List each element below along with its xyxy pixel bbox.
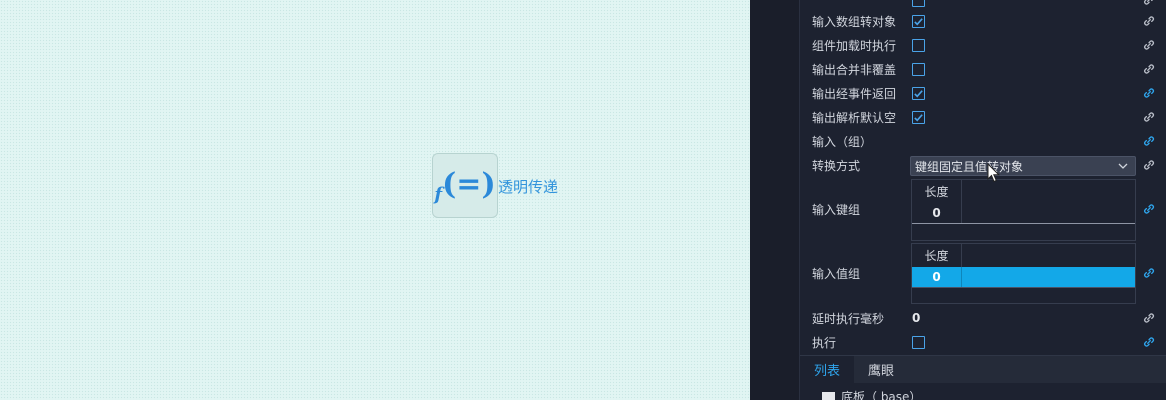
table-cell[interactable]: 0 bbox=[912, 267, 962, 287]
design-canvas[interactable]: f(=) 透明传递 bbox=[0, 0, 750, 400]
property-row-array-to-object: 输入数组转对象 bbox=[812, 9, 1166, 33]
mouse-cursor-icon bbox=[987, 163, 1001, 183]
function-equals-icon: f(=) bbox=[434, 166, 496, 205]
property-label: 输入数组转对象 bbox=[812, 14, 897, 29]
tree-item-label: 底板（ base） bbox=[841, 390, 922, 400]
property-row-execute: 执行 bbox=[812, 330, 1166, 354]
table-header: 长度 bbox=[912, 180, 962, 203]
bottom-tabs: 列表 鹰眼 bbox=[800, 355, 1166, 383]
tab-eagle-eye[interactable]: 鹰眼 bbox=[854, 356, 908, 383]
link-icon[interactable] bbox=[1142, 62, 1156, 76]
transparent-pass-node[interactable]: f(=) 透明传递 bbox=[432, 153, 558, 218]
property-label: 延时执行毫秒 bbox=[812, 311, 885, 326]
delay-value[interactable]: 0 bbox=[912, 311, 920, 325]
property-label: 输出解析默认空 bbox=[812, 110, 897, 125]
property-label: 输出经事件返回 bbox=[812, 86, 897, 101]
run-on-load-checkbox[interactable] bbox=[912, 38, 925, 52]
check-icon bbox=[914, 113, 923, 122]
event-return-checkbox[interactable] bbox=[912, 86, 925, 100]
property-row-event-return: 输出经事件返回 bbox=[812, 81, 1166, 105]
tab-list[interactable]: 列表 bbox=[800, 356, 855, 383]
table-header: 长度 bbox=[912, 244, 962, 267]
property-row-run-on-load: 组件加载时执行 bbox=[812, 33, 1166, 57]
checkbox[interactable] bbox=[912, 0, 925, 7]
property-label: 组件加载时执行 bbox=[812, 38, 897, 53]
check-icon bbox=[914, 89, 923, 98]
property-row-delay: 延时执行毫秒 0 bbox=[812, 306, 1166, 330]
link-icon[interactable] bbox=[1142, 335, 1156, 349]
property-row-input-group: 输入（组） bbox=[812, 129, 1166, 153]
link-icon[interactable] bbox=[1142, 110, 1156, 124]
property-row-merge-output: 输出合并非覆盖 bbox=[812, 57, 1166, 81]
array-to-object-checkbox[interactable] bbox=[912, 14, 925, 28]
link-icon[interactable] bbox=[1142, 158, 1156, 172]
property-label: 执行 bbox=[812, 335, 837, 350]
property-label bbox=[812, 0, 912, 7]
parse-default-empty-checkbox[interactable] bbox=[912, 110, 925, 124]
link-icon[interactable] bbox=[1142, 14, 1156, 28]
property-label: 输出合并非覆盖 bbox=[812, 62, 897, 77]
link-icon[interactable] bbox=[1142, 0, 1156, 7]
node-label: 透明传递 bbox=[498, 178, 559, 196]
value-group-table: 长度 0 bbox=[911, 243, 1136, 304]
link-icon[interactable] bbox=[1142, 38, 1156, 52]
property-label: 输入值组 bbox=[812, 266, 861, 281]
property-label: 输入键组 bbox=[812, 202, 861, 217]
merge-output-checkbox[interactable] bbox=[912, 62, 925, 76]
execute-checkbox[interactable] bbox=[912, 335, 925, 349]
table-row[interactable]: 0 bbox=[912, 203, 1135, 223]
link-icon[interactable] bbox=[1142, 134, 1156, 148]
select-value: 键组固定且值转对象 bbox=[915, 159, 1024, 174]
link-icon[interactable] bbox=[1142, 266, 1156, 280]
properties-panel: 输入数组转对象 组件加载时执行 输出合并非覆盖 输出经事件返回 输出解析默认空 … bbox=[750, 0, 1166, 400]
key-group-table: 长度 0 bbox=[911, 179, 1136, 241]
table-cell[interactable]: 0 bbox=[912, 203, 962, 223]
panel-gutter bbox=[750, 0, 800, 400]
property-row-parse-default-empty: 输出解析默认空 bbox=[812, 105, 1166, 129]
property-label: 输入（组） bbox=[812, 134, 873, 149]
link-icon[interactable] bbox=[1142, 86, 1156, 100]
table-row-selected[interactable]: 0 bbox=[912, 267, 1135, 287]
layer-icon bbox=[822, 391, 835, 400]
link-icon[interactable] bbox=[1142, 202, 1156, 216]
node-icon-box[interactable]: f(=) bbox=[432, 153, 498, 218]
tree-item-base[interactable]: 底板（ base） bbox=[822, 388, 921, 400]
chevron-down-icon bbox=[1118, 163, 1128, 169]
property-label: 转换方式 bbox=[812, 158, 861, 173]
convert-mode-select[interactable]: 键组固定且值转对象 bbox=[910, 156, 1136, 176]
link-icon[interactable] bbox=[1142, 311, 1156, 325]
check-icon bbox=[914, 17, 923, 26]
